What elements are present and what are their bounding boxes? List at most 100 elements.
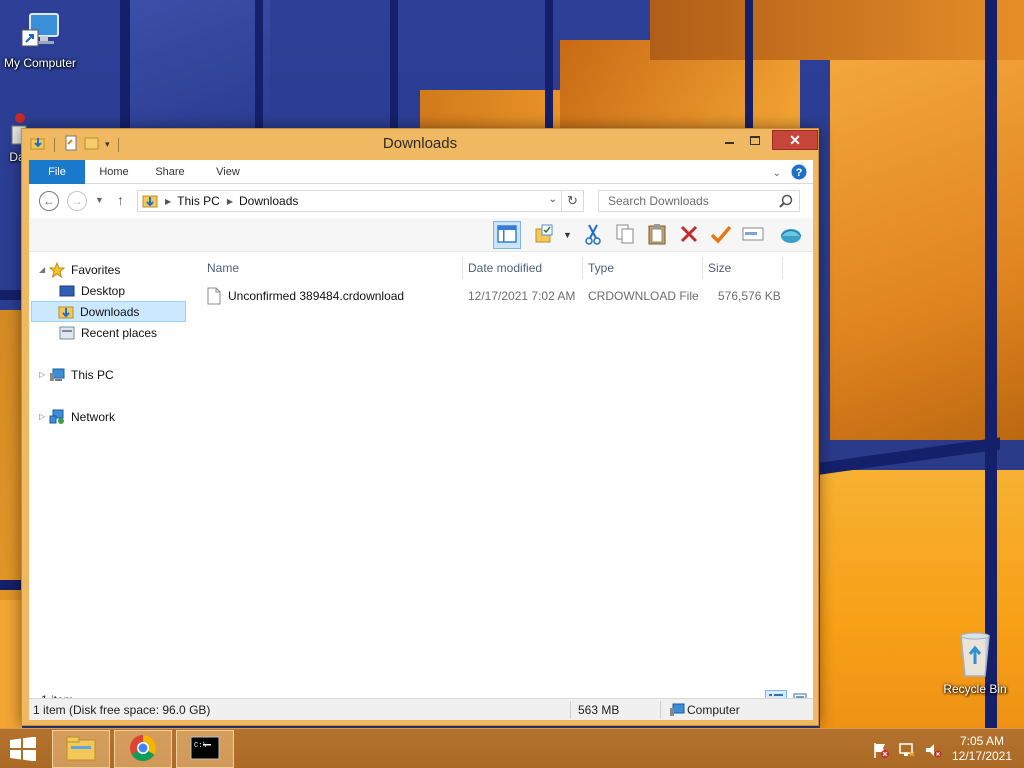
command-toolbar: ▼ xyxy=(29,218,813,252)
tab-share[interactable]: Share xyxy=(147,160,193,184)
explorer-window: ▾ Downloads ✕ File Home Share View ⌄ ? ←… xyxy=(21,128,819,726)
tab-view[interactable]: View xyxy=(207,160,249,184)
window-client: File Home Share View ⌄ ? ← → ▼ ↑ ▶ This … xyxy=(29,160,813,720)
sidebar-item-label: Downloads xyxy=(80,304,140,319)
sidebar-item-label: Recent places xyxy=(81,325,158,340)
sidebar-item-downloads[interactable]: Downloads xyxy=(31,301,186,322)
navigation-bar: ← → ▼ ↑ ▶ This PC ▶ Downloads ⌄ ↻ xyxy=(29,185,813,217)
title-bar[interactable]: ▾ Downloads ✕ xyxy=(22,129,818,159)
paste-icon xyxy=(647,223,667,248)
clock-time: 7:05 AM xyxy=(959,734,1005,748)
minimize-icon xyxy=(724,142,734,144)
expand-favorites-icon[interactable]: ◢ xyxy=(39,265,45,274)
network-icon xyxy=(49,409,65,425)
forward-button[interactable]: → xyxy=(67,191,87,211)
arrow-up-icon: ↑ xyxy=(117,192,124,208)
windows-logo-icon xyxy=(8,736,38,764)
cut-button[interactable] xyxy=(579,221,607,249)
search-icon[interactable] xyxy=(779,194,793,211)
breadcrumb-this-pc[interactable]: This PC xyxy=(177,194,220,208)
network-button[interactable] xyxy=(777,221,805,249)
svg-text:C:\: C:\ xyxy=(194,742,207,750)
file-list: Name Date modified Type Size Unconfirmed… xyxy=(197,253,813,677)
folder-options-icon xyxy=(534,223,556,248)
clock-date: 12/17/2021 xyxy=(951,749,1013,763)
sidebar-item-label: This PC xyxy=(71,367,114,382)
folder-options-dropdown[interactable]: ▼ xyxy=(563,230,572,240)
tab-file[interactable]: File xyxy=(29,160,85,184)
select-button[interactable] xyxy=(707,221,735,249)
column-header-type[interactable]: Type xyxy=(588,261,614,275)
column-header-date-modified[interactable]: Date modified xyxy=(468,261,542,275)
preview-pane-icon xyxy=(497,224,517,247)
expand-ribbon-icon[interactable]: ⌄ xyxy=(773,168,781,179)
minimize-button[interactable] xyxy=(716,130,742,150)
tab-home[interactable]: Home xyxy=(89,160,139,184)
taskbar: C:\ 7:05 AM 12/17/2021 xyxy=(0,728,1024,768)
address-bar[interactable]: ▶ This PC ▶ Downloads ⌄ xyxy=(137,190,562,212)
preview-pane-button[interactable] xyxy=(493,221,521,249)
command-prompt-icon: C:\ xyxy=(190,736,220,763)
paste-button[interactable] xyxy=(643,221,671,249)
rename-button[interactable] xyxy=(739,221,767,249)
table-row[interactable]: Unconfirmed 389484.crdownload 12/17/2021… xyxy=(207,285,797,307)
volume-muted-icon[interactable] xyxy=(924,741,942,762)
column-header-name[interactable]: Name xyxy=(207,261,239,275)
network-status-icon[interactable] xyxy=(898,741,916,762)
file-size: 576,576 KB xyxy=(718,289,781,303)
status-disk-space: 1 item (Disk free space: 96.0 GB) xyxy=(33,703,211,717)
start-button[interactable] xyxy=(8,736,38,764)
breadcrumb-downloads[interactable]: Downloads xyxy=(239,194,298,208)
desktop-icon-my-computer[interactable]: My Computer xyxy=(0,10,80,70)
desktop-icon-recycle-bin[interactable]: Recycle Bin xyxy=(935,630,1015,696)
search-input[interactable] xyxy=(608,191,778,211)
arrow-right-icon: → xyxy=(71,194,83,208)
status-selection-size: 563 MB xyxy=(578,703,620,717)
help-icon[interactable]: ? xyxy=(791,164,807,183)
file-date-modified: 12/17/2021 7:02 AM xyxy=(468,289,576,303)
file-name: Unconfirmed 389484.crdownload xyxy=(228,289,405,303)
delete-icon xyxy=(679,224,699,247)
window-title: Downloads xyxy=(382,135,458,152)
sidebar-item-network[interactable]: Network xyxy=(49,406,115,427)
recycle-bin-icon xyxy=(955,630,995,680)
desktop-icon-label: Recycle Bin xyxy=(943,682,1007,696)
close-button[interactable]: ✕ xyxy=(772,130,818,150)
sidebar-item-recent-places[interactable]: Recent places xyxy=(59,322,185,343)
sidebar-item-label: Network xyxy=(71,409,116,424)
back-button[interactable]: ← xyxy=(39,191,59,211)
navigation-pane: ◢ Favorites Desktop Downloads Recent pla… xyxy=(29,253,191,677)
chrome-icon xyxy=(128,733,158,766)
taskbar-command-prompt[interactable]: C:\ xyxy=(176,730,234,768)
svg-text:?: ? xyxy=(796,167,803,179)
file-explorer-icon xyxy=(65,734,97,765)
column-header-size[interactable]: Size xyxy=(708,261,731,275)
refresh-button[interactable]: ↻ xyxy=(562,190,584,212)
taskbar-chrome[interactable] xyxy=(114,730,172,768)
file-icon xyxy=(207,287,221,308)
sidebar-item-favorites[interactable]: Favorites xyxy=(49,259,120,280)
action-center-flag-icon[interactable] xyxy=(872,741,890,762)
recent-locations-button[interactable]: ▼ xyxy=(95,195,104,205)
sidebar-item-desktop[interactable]: Desktop xyxy=(59,280,185,301)
sidebar-item-label: Favorites xyxy=(71,262,121,277)
address-dropdown-icon[interactable]: ⌄ xyxy=(549,194,557,205)
expand-this-pc-icon[interactable]: ▷ xyxy=(39,370,45,379)
sidebar-item-this-pc[interactable]: This PC xyxy=(49,364,114,385)
downloads-folder-icon xyxy=(58,304,74,320)
up-button[interactable]: ↑ xyxy=(117,192,124,208)
recent-places-icon xyxy=(59,325,75,341)
arrow-left-icon: ← xyxy=(43,194,55,208)
delete-button[interactable] xyxy=(675,221,703,249)
taskbar-clock[interactable]: 7:05 AM 12/17/2021 xyxy=(946,734,1018,764)
copy-button[interactable] xyxy=(611,221,639,249)
search-box[interactable] xyxy=(598,190,800,212)
status-location: Computer xyxy=(687,703,740,717)
maximize-icon xyxy=(750,135,760,145)
expand-network-icon[interactable]: ▷ xyxy=(39,412,45,421)
maximize-button[interactable] xyxy=(742,130,768,150)
desktop-icon-label: My Computer xyxy=(3,56,77,70)
close-icon: ✕ xyxy=(789,131,801,148)
folder-options-button[interactable] xyxy=(531,221,559,249)
taskbar-file-explorer[interactable] xyxy=(52,730,110,768)
